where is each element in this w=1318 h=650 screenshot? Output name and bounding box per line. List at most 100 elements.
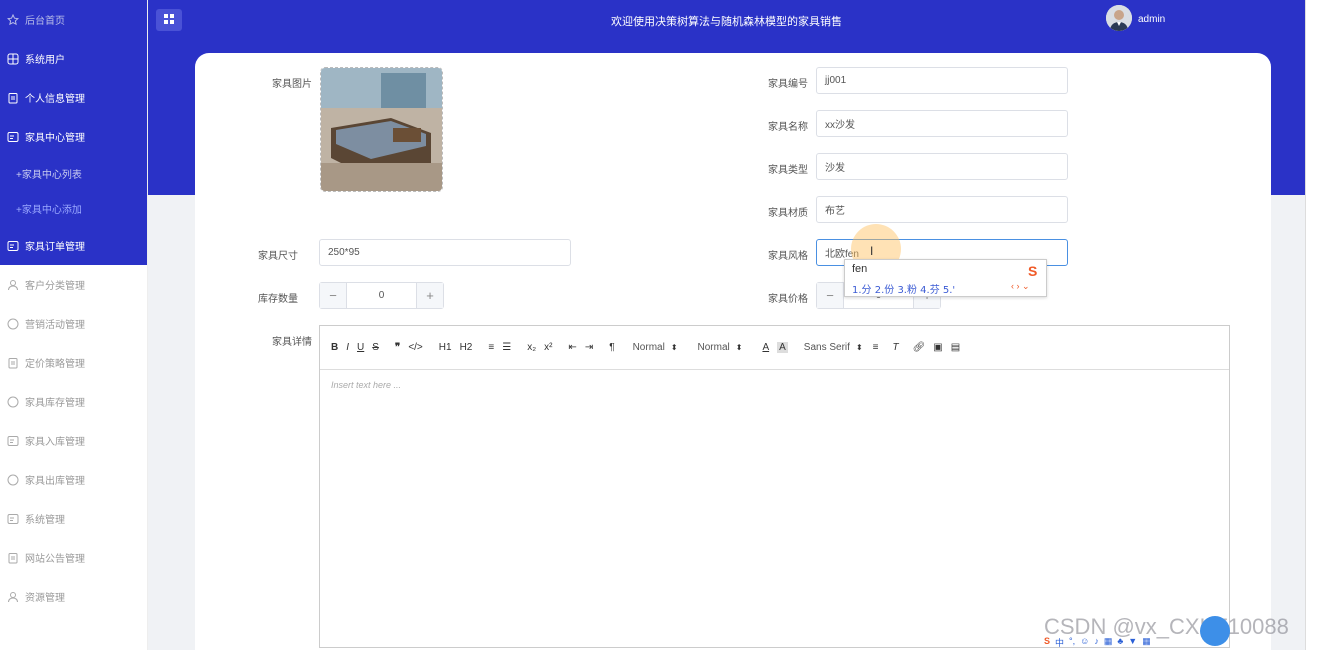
mic-icon[interactable]: ♪ xyxy=(1094,636,1099,650)
material-input[interactable]: 布艺 xyxy=(816,196,1068,223)
user-icon xyxy=(6,590,20,604)
sidebar-subitem-furniture-add[interactable]: +家具中心添加 xyxy=(0,191,147,226)
video-icon[interactable]: ▤ xyxy=(951,342,960,353)
ime-candidate-popup[interactable]: fen 1.分 2.份 3.粉 4.芬 5.' S ‹ › ⌄ xyxy=(844,259,1047,297)
sidebar-item-profile[interactable]: 个人信息管理 xyxy=(0,78,147,117)
sidebar: 后台首页 系统用户 个人信息管理 家具中心管理 +家具中心列表 +家具中心添加 … xyxy=(0,0,148,650)
sidebar-top: 后台首页 系统用户 个人信息管理 家具中心管理 +家具中心列表 +家具中心添加 … xyxy=(0,0,147,265)
sidebar-item-label: 网站公告管理 xyxy=(25,554,85,565)
editor-toolbar: B I U S ❞ </> H1 H2 ≡ ☰ x₂ x² ⇤ ⇥ ¶ Norm… xyxy=(320,326,1229,370)
chinese-mode-icon[interactable]: 中 xyxy=(1055,636,1064,650)
indent-button[interactable]: ⇥ xyxy=(585,342,593,353)
skin-icon[interactable]: ♣ xyxy=(1117,636,1123,650)
rich-text-editor[interactable]: B I U S ❞ </> H1 H2 ≡ ☰ x₂ x² ⇤ ⇥ ¶ Norm… xyxy=(319,325,1230,648)
sidebar-subitem-furniture-list[interactable]: +家具中心列表 xyxy=(0,156,147,191)
sidebar-item-label: 家具库存管理 xyxy=(25,398,85,409)
minus-button[interactable]: − xyxy=(817,283,843,308)
sogou-icon[interactable]: S xyxy=(1044,636,1050,650)
keyboard-icon[interactable]: ▦ xyxy=(1104,636,1113,650)
sidebar-item-label: 家具出库管理 xyxy=(25,476,85,487)
align-icon[interactable]: ≡ xyxy=(873,342,879,353)
link-icon[interactable]: 🔗︎ xyxy=(913,342,926,353)
clipboard-icon xyxy=(6,356,20,370)
grid-icon[interactable]: ▦ xyxy=(1142,636,1151,650)
sidebar-item-system[interactable]: 系统管理 xyxy=(0,499,147,538)
chevron-updown-icon[interactable]: ⬍ xyxy=(736,343,743,352)
code-input[interactable]: jj001 xyxy=(816,67,1068,94)
ordered-list-button[interactable]: ≡ xyxy=(488,342,494,353)
doc-icon xyxy=(6,239,20,253)
sidebar-item-resources[interactable]: 资源管理 xyxy=(0,577,147,616)
type-label: 家具类型 xyxy=(768,165,808,176)
top-header: 欢迎使用决策树算法与随机森林模型的家具销售 admin xyxy=(148,0,1305,42)
strike-button[interactable]: S xyxy=(372,342,379,353)
chevron-updown-icon[interactable]: ⬍ xyxy=(856,343,863,352)
grid-icon xyxy=(6,52,20,66)
sidebar-item-label: 家具订单管理 xyxy=(25,242,85,253)
sidebar-lower: 客户分类管理 营销活动管理 定价策略管理 家具库存管理 家具入库管理 家具出库管… xyxy=(0,265,147,616)
floating-action-button[interactable] xyxy=(1200,616,1230,646)
ime-composition: fen xyxy=(852,263,868,275)
editor-content[interactable]: Insert text here ... xyxy=(320,370,1229,400)
emoji-icon[interactable]: ☺ xyxy=(1080,636,1089,650)
avatar[interactable] xyxy=(1106,5,1132,31)
sidebar-subitem-label: +家具中心列表 xyxy=(16,170,82,181)
sidebar-item-marketing[interactable]: 营销活动管理 xyxy=(0,304,147,343)
header-select[interactable]: Normal xyxy=(633,342,665,353)
underline-button[interactable]: U xyxy=(357,342,364,353)
italic-button[interactable]: I xyxy=(346,342,349,353)
font-color-icon[interactable]: A xyxy=(762,342,769,353)
image-icon[interactable]: ▣ xyxy=(933,342,942,353)
outdent-button[interactable]: ⇤ xyxy=(568,342,576,353)
subscript-button[interactable]: x₂ xyxy=(527,342,536,353)
sidebar-item-label: 家具中心管理 xyxy=(25,133,85,144)
sidebar-item-furniture-center[interactable]: 家具中心管理 xyxy=(0,117,147,156)
text-cursor-icon: I xyxy=(870,244,874,258)
sidebar-item-inventory[interactable]: 家具库存管理 xyxy=(0,382,147,421)
blockquote-button[interactable]: ❞ xyxy=(395,342,400,353)
name-input[interactable]: xx沙发 xyxy=(816,110,1068,137)
bullet-list-button[interactable]: ☰ xyxy=(502,342,511,353)
sidebar-item-label: 营销活动管理 xyxy=(25,320,85,331)
background-color-icon[interactable]: A xyxy=(777,342,788,353)
clear-format-icon[interactable]: T xyxy=(892,342,898,353)
h2-button[interactable]: H2 xyxy=(460,342,473,353)
sidebar-item-orders[interactable]: 家具订单管理 xyxy=(0,226,147,265)
clipboard-icon xyxy=(6,91,20,105)
doc-icon xyxy=(6,512,20,526)
chat-icon xyxy=(6,473,20,487)
sidebar-item-label: 家具入库管理 xyxy=(25,437,85,448)
bold-button[interactable]: B xyxy=(331,342,338,353)
window-edge xyxy=(1305,0,1318,650)
sidebar-item-customer-category[interactable]: 客户分类管理 xyxy=(0,265,147,304)
ime-candidates[interactable]: 1.分 2.份 3.粉 4.芬 5.' xyxy=(852,281,955,296)
sidebar-item-pricing[interactable]: 定价策略管理 xyxy=(0,343,147,382)
punctuation-icon[interactable]: °, xyxy=(1069,636,1075,650)
plus-button[interactable]: + xyxy=(417,283,443,308)
sidebar-item-stock-out[interactable]: 家具出库管理 xyxy=(0,460,147,499)
sidebar-item-label: 个人信息管理 xyxy=(25,94,85,105)
ime-nav-icon[interactable]: ‹ › ⌄ xyxy=(1011,281,1030,292)
ime-toolbar[interactable]: S 中 °, ☺ ♪ ▦ ♣ ▼ ▦ xyxy=(1044,636,1151,650)
size-select[interactable]: Normal xyxy=(698,342,730,353)
minus-button[interactable]: − xyxy=(320,283,346,308)
size-label: 家具尺寸 xyxy=(258,251,298,262)
font-select[interactable]: Sans Serif xyxy=(804,342,850,353)
sidebar-item-announcements[interactable]: 网站公告管理 xyxy=(0,538,147,577)
material-label: 家具材质 xyxy=(768,208,808,219)
superscript-button[interactable]: x² xyxy=(544,342,552,353)
sidebar-item-system-users[interactable]: 系统用户 xyxy=(0,39,147,78)
sidebar-item-stock-in[interactable]: 家具入库管理 xyxy=(0,421,147,460)
h1-button[interactable]: H1 xyxy=(439,342,452,353)
username[interactable]: admin xyxy=(1138,14,1165,25)
sidebar-item-home[interactable]: 后台首页 xyxy=(0,0,147,39)
text-direction-button[interactable]: ¶ xyxy=(609,342,614,353)
chevron-updown-icon[interactable]: ⬍ xyxy=(671,343,678,352)
type-input[interactable]: 沙发 xyxy=(816,153,1068,180)
size-input[interactable]: 250*95 xyxy=(319,239,571,266)
furniture-image[interactable] xyxy=(320,67,443,192)
stock-stepper[interactable]: − 0 + xyxy=(319,282,444,309)
shirt-icon[interactable]: ▼ xyxy=(1128,636,1137,650)
stock-value[interactable]: 0 xyxy=(346,283,417,308)
code-block-button[interactable]: </> xyxy=(408,342,422,353)
